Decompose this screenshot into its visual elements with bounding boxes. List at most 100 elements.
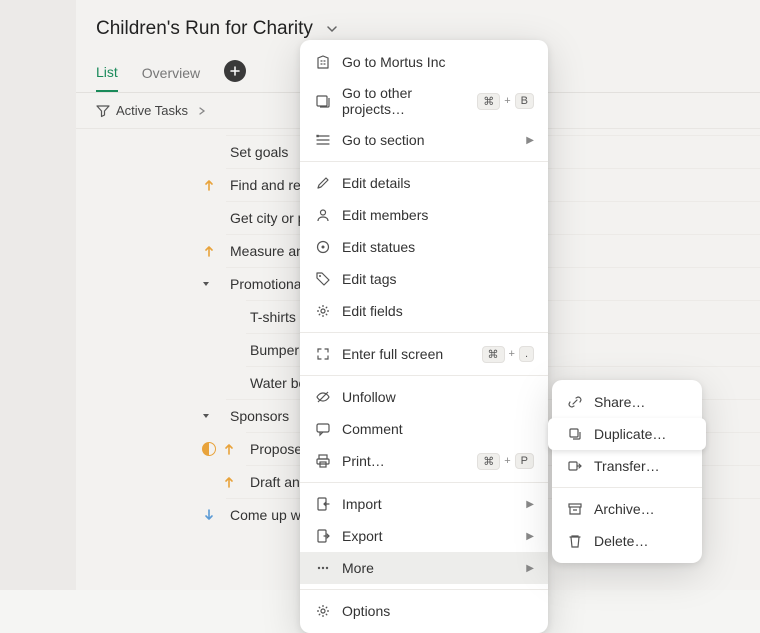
priority-down-icon: [202, 508, 216, 522]
link-icon: [566, 393, 584, 411]
menu-label: Share…: [594, 394, 688, 410]
menu-label: Edit tags: [342, 271, 534, 287]
submenu-transfer[interactable]: Transfer…: [552, 450, 702, 482]
fullscreen-icon: [314, 345, 332, 363]
menu-edit-details[interactable]: Edit details: [300, 167, 548, 199]
comment-icon: [314, 420, 332, 438]
print-icon: [314, 452, 332, 470]
funnel-icon: [96, 104, 110, 118]
menu-full-screen[interactable]: Enter full screen ⌘+.: [300, 338, 548, 370]
export-icon: [314, 527, 332, 545]
priority-up-icon: [202, 178, 216, 192]
menu-label: Transfer…: [594, 458, 688, 474]
duplicate-icon: [566, 425, 584, 443]
menu-separator: [300, 161, 548, 162]
menu-separator: [552, 487, 702, 488]
tab-list[interactable]: List: [96, 58, 118, 92]
submenu-duplicate[interactable]: Duplicate…: [548, 418, 706, 450]
menu-label: Comment: [342, 421, 534, 437]
more-submenu: Share… Duplicate… Transfer… Archive… Del…: [552, 380, 702, 563]
menu-separator: [300, 482, 548, 483]
menu-label: Duplicate…: [594, 426, 688, 442]
submenu-delete[interactable]: Delete…: [552, 525, 702, 557]
collapse-caret-icon[interactable]: [202, 280, 210, 288]
menu-label: Go to Mortus Inc: [342, 54, 534, 70]
menu-comment[interactable]: Comment: [300, 413, 548, 445]
menu-edit-members[interactable]: Edit members: [300, 199, 548, 231]
submenu-arrow-icon: ▶: [526, 563, 534, 574]
menu-unfollow[interactable]: Unfollow: [300, 381, 548, 413]
menu-more[interactable]: More ▶: [300, 552, 548, 584]
archive-icon: [566, 500, 584, 518]
eye-off-icon: [314, 388, 332, 406]
menu-label: Archive…: [594, 501, 688, 517]
collapsed-sidebar: [0, 0, 76, 590]
priority-up-icon: [202, 244, 216, 258]
more-icon: [314, 559, 332, 577]
task-icons: [76, 412, 226, 420]
task-icons: [76, 280, 226, 288]
menu-label: Edit fields: [342, 303, 534, 319]
projects-icon: [314, 92, 332, 110]
shortcut: ⌘+.: [482, 346, 535, 363]
menu-label: Go to section: [342, 132, 516, 148]
transfer-icon: [566, 457, 584, 475]
task-icons: [76, 475, 246, 489]
status-icon: [314, 238, 332, 256]
menu-label: Edit details: [342, 175, 534, 191]
gear-icon: [314, 302, 332, 320]
priority-up-icon: [222, 475, 236, 489]
menu-label: Delete…: [594, 533, 688, 549]
task-icons: [76, 178, 226, 192]
filter-chevron-icon[interactable]: [198, 106, 206, 116]
menu-export[interactable]: Export ▶: [300, 520, 548, 552]
menu-label: Edit statues: [342, 239, 534, 255]
menu-separator: [300, 332, 548, 333]
menu-import[interactable]: Import ▶: [300, 488, 548, 520]
submenu-arrow-icon: ▶: [526, 135, 534, 146]
project-context-menu: Go to Mortus Inc Go to other projects… ⌘…: [300, 40, 548, 633]
submenu-archive[interactable]: Archive…: [552, 493, 702, 525]
section-icon: [314, 131, 332, 149]
tab-overview[interactable]: Overview: [142, 59, 200, 91]
progress-half-icon: [202, 442, 216, 456]
collapse-caret-icon[interactable]: [202, 412, 210, 420]
filter-active-tasks[interactable]: Active Tasks: [96, 103, 188, 118]
menu-go-other[interactable]: Go to other projects… ⌘+B: [300, 78, 548, 124]
menu-separator: [300, 375, 548, 376]
shortcut: ⌘+B: [477, 93, 534, 110]
menu-options[interactable]: Options: [300, 595, 548, 627]
trash-icon: [566, 532, 584, 550]
project-menu-toggle[interactable]: [321, 18, 343, 40]
building-icon: [314, 53, 332, 71]
menu-label: Edit members: [342, 207, 534, 223]
menu-edit-tags[interactable]: Edit tags: [300, 263, 548, 295]
priority-up-icon: [222, 442, 236, 456]
tag-icon: [314, 270, 332, 288]
header: Children's Run for Charity: [76, 0, 760, 40]
menu-label: Options: [342, 603, 534, 619]
menu-edit-fields[interactable]: Edit fields: [300, 295, 548, 327]
import-icon: [314, 495, 332, 513]
pencil-icon: [314, 174, 332, 192]
menu-print[interactable]: Print… ⌘+P: [300, 445, 548, 477]
menu-edit-statues[interactable]: Edit statues: [300, 231, 548, 263]
task-icons: [76, 508, 226, 522]
menu-label: More: [342, 560, 516, 576]
filter-label: Active Tasks: [116, 103, 188, 118]
submenu-share[interactable]: Share…: [552, 386, 702, 418]
task-icons: [76, 244, 226, 258]
add-tab-button[interactable]: [224, 60, 246, 82]
menu-label: Print…: [342, 453, 467, 469]
shortcut: ⌘+P: [477, 453, 534, 470]
project-title: Children's Run for Charity: [96, 18, 313, 40]
menu-go-section[interactable]: Go to section ▶: [300, 124, 548, 156]
gear-icon: [314, 602, 332, 620]
menu-label: Export: [342, 528, 516, 544]
person-icon: [314, 206, 332, 224]
menu-label: Go to other projects…: [342, 85, 467, 117]
task-icons: [76, 442, 246, 456]
submenu-arrow-icon: ▶: [526, 499, 534, 510]
submenu-arrow-icon: ▶: [526, 531, 534, 542]
menu-go-mortus[interactable]: Go to Mortus Inc: [300, 46, 548, 78]
